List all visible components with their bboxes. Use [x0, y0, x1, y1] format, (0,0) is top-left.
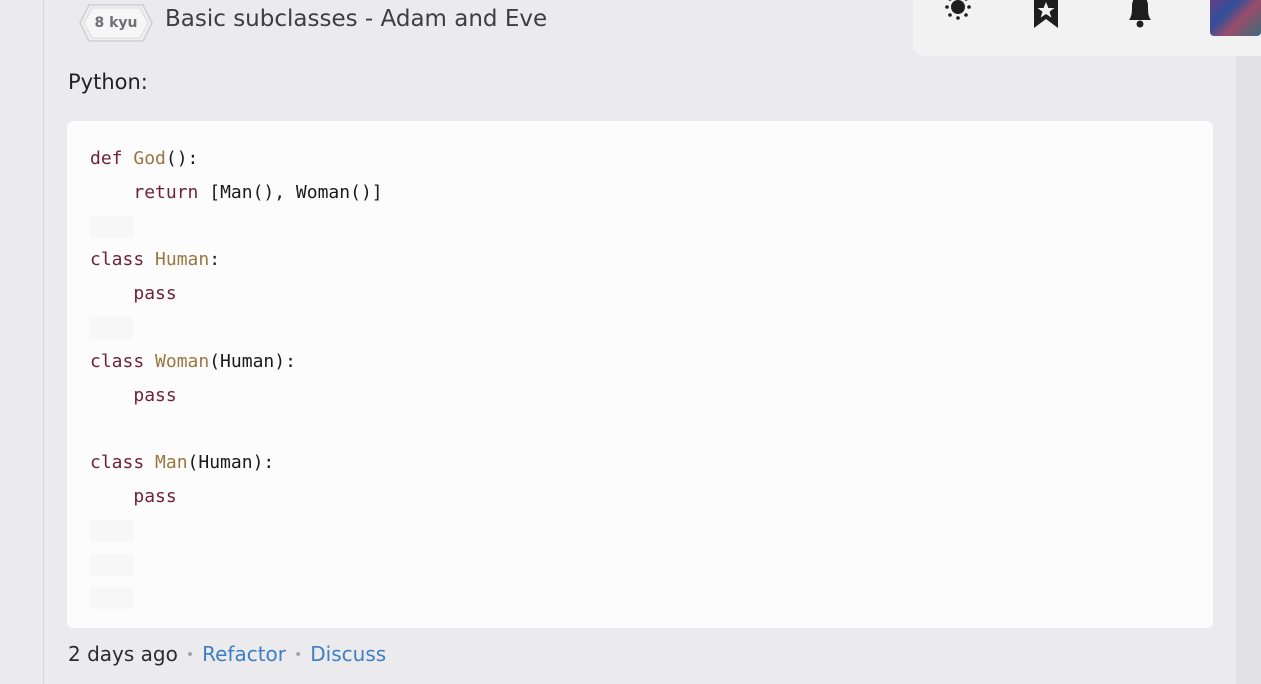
- code-line: class Man(Human):: [90, 446, 383, 480]
- code-line: pass: [90, 277, 383, 311]
- code-token: (Human):: [209, 350, 296, 372]
- code-line: class Human:: [90, 243, 383, 277]
- code-line: [90, 311, 383, 345]
- code-blank-line: [90, 215, 133, 238]
- discuss-link[interactable]: Discuss: [310, 642, 386, 666]
- theme-toggle-icon[interactable]: [943, 0, 973, 22]
- code-token: ():: [165, 148, 199, 169]
- code-token: :: [209, 249, 221, 271]
- notification-bell-icon[interactable]: [1123, 0, 1157, 30]
- language-label: Python:: [68, 70, 148, 94]
- code-identifier: God: [133, 148, 166, 169]
- meta-separator: •: [294, 647, 303, 663]
- top-toolbar: [913, 0, 1261, 56]
- posted-time: 2 days ago: [68, 642, 178, 666]
- solution-meta: 2 days ago • Refactor • Discuss: [68, 642, 386, 666]
- code-line: [90, 210, 383, 244]
- scrollbar-track[interactable]: [1236, 0, 1261, 684]
- code-line: class Woman(Human):: [90, 345, 383, 379]
- code-keyword: return: [133, 181, 199, 203]
- code-token: (Human):: [187, 452, 275, 474]
- code-keyword: pass: [133, 283, 177, 305]
- code-keyword: pass: [133, 485, 177, 507]
- code-line: [90, 514, 383, 548]
- code-line: pass: [90, 379, 383, 413]
- code-blank-line: [90, 316, 133, 339]
- bookmark-star-icon[interactable]: [1031, 0, 1061, 30]
- code-keyword: def: [90, 148, 123, 169]
- code-line: [90, 581, 383, 615]
- code-identifier: Human: [155, 249, 210, 271]
- code-keyword: class: [90, 350, 145, 372]
- kata-title[interactable]: Basic subclasses - Adam and Eve: [165, 6, 547, 32]
- code-identifier: Woman: [155, 350, 210, 372]
- meta-separator: •: [185, 647, 195, 663]
- code-blank-line: [90, 587, 133, 610]
- refactor-link[interactable]: Refactor: [202, 642, 286, 666]
- code-line: def God():: [90, 142, 383, 176]
- code-keyword: class: [90, 249, 145, 271]
- code-lines: def God(): return [Man(), Woman()] class …: [90, 142, 383, 615]
- rank-label: 8 kyu: [94, 15, 138, 31]
- code-keyword: class: [90, 452, 145, 474]
- code-blank-line: [90, 519, 133, 542]
- code-line: return [Man(), Woman()]: [90, 176, 383, 210]
- code-line: pass: [90, 480, 383, 514]
- code-token: [Man(), Woman()]: [198, 181, 383, 203]
- code-line: [90, 548, 383, 582]
- code-identifier: Man: [155, 452, 188, 474]
- code-blank-line: [90, 553, 133, 576]
- user-avatar[interactable]: [1210, 0, 1261, 36]
- code-block: def God(): return [Man(), Woman()] class …: [67, 121, 1213, 628]
- rank-badge: 8 kyu: [79, 4, 153, 42]
- left-gutter: [0, 0, 44, 684]
- code-keyword: pass: [133, 384, 177, 406]
